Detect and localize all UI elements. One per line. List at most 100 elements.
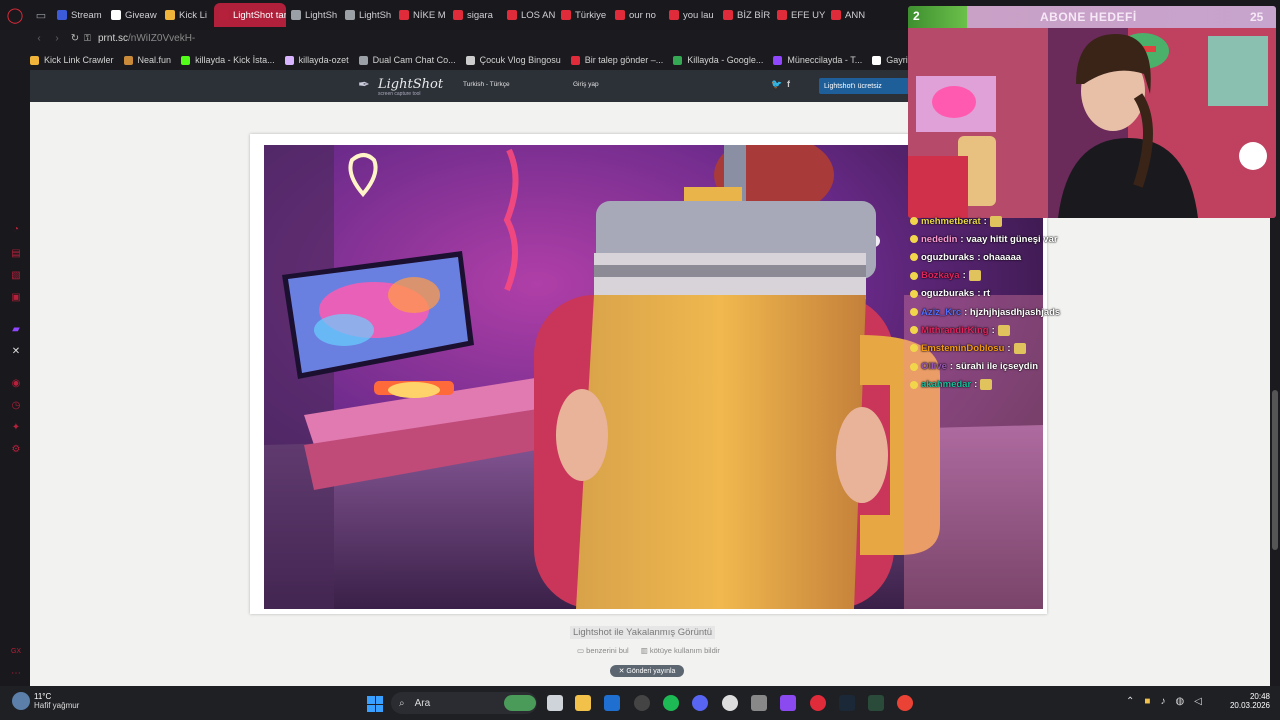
discord-icon[interactable] [692,695,708,711]
chat-badge-icon [910,326,918,335]
bookmark-3[interactable]: killayda-ozet [284,55,349,65]
tab-3[interactable]: LightShot tara [214,3,286,27]
language-select[interactable]: Turkish - Türkçe [463,81,510,88]
steam-icon[interactable] [839,695,855,711]
chatgpt-icon[interactable] [722,695,738,711]
bookmark-label: killayda-ozet [298,55,349,65]
tab-label: ANN [845,9,866,21]
tab-12[interactable]: BİZ BİR [718,3,772,27]
start-button[interactable] [367,696,383,712]
tab-6[interactable]: NİKE M [394,3,448,27]
aria-icon[interactable]: ◔ [10,224,22,236]
extensions-icon[interactable]: ✦ [10,422,22,434]
tab-13[interactable]: EFE UY [772,3,826,27]
back-icon[interactable]: ‹ [30,33,48,44]
outlook-icon[interactable] [604,695,620,711]
obs-icon[interactable] [634,695,650,711]
tab-11[interactable]: you lau [664,3,718,27]
clock[interactable]: 20:48 20.03.2026 [1226,692,1270,710]
tab-favicon-icon [111,10,121,20]
tray-overflow-icon[interactable]: ⌃ [1126,696,1134,707]
url-field[interactable]: prnt.sc/nWiIZ0VvekH- [98,33,195,44]
opera-menu-icon[interactable]: ◯ [0,0,30,30]
chrome-icon[interactable] [897,695,913,711]
tray-app-icon[interactable]: ■ [1144,696,1150,707]
chat-text: : hjzhjhjasdhjashjads [964,306,1061,318]
tab-8[interactable]: LOS AN [502,3,556,27]
facebook-icon[interactable]: f [787,79,790,89]
more-icon[interactable]: ⋯ [10,668,22,680]
grid-app-icon[interactable] [780,695,796,711]
scroll-thumb[interactable] [1272,390,1278,550]
find-similar-link[interactable]: ▭ benzerini bul [577,646,635,655]
back-arrow-app-icon[interactable] [751,695,767,711]
tweet-button[interactable]: ✕ Gönderi yayınla [610,665,684,677]
bookmark-label: Neal.fun [137,55,172,65]
twitter-icon[interactable]: 🐦 [771,79,782,90]
history-icon[interactable]: ◷ [10,400,22,412]
image-actions: ▭ benzerini bul ▥ kötüye kullanım bildir [577,646,732,655]
chat-message: EmsteminDoblosu: [910,341,1026,355]
tab-14[interactable]: ANN [826,3,880,27]
widget-app-icon[interactable] [504,695,536,711]
network-icon[interactable]: ◍ [1175,696,1184,707]
bookmark-9[interactable]: Gayri [872,55,908,65]
tab-label: LightSh [305,9,338,21]
bookmark-0[interactable]: Kick Link Crawler [30,55,114,65]
task-view-icon[interactable] [547,695,563,711]
bookmark-7[interactable]: Killayda - Google... [673,55,763,65]
download-label: Lightshot'ı ücretsiz [824,82,882,90]
settings-icon[interactable]: ⚙ [10,444,22,456]
bookmark-5[interactable]: Çocuk Vlog Bingosu [465,55,561,65]
chat-username: oguzburaks [921,251,975,263]
tab-label: EFE UY [791,9,826,21]
bookmark-4[interactable]: Dual Cam Chat Co... [358,55,456,65]
tab-5[interactable]: LightSh [340,3,394,27]
chat-text: : [1007,342,1011,354]
player-icon[interactable]: ◉ [10,378,22,390]
bookmark-label: Bir talep gönder –... [584,55,664,65]
forward-icon[interactable]: › [48,33,66,44]
tab-1[interactable]: Giveaw [106,3,160,27]
tab-0[interactable]: Stream [52,3,106,27]
tab-9[interactable]: Türkiye [556,3,610,27]
spotify-icon[interactable] [663,695,679,711]
reload-icon[interactable]: ↻ [66,33,84,44]
tab-2[interactable]: Kick Li [160,3,214,27]
volume-icon[interactable]: ◁ [1194,696,1202,707]
tweet-label: Gönderi yayınla [626,667,676,675]
bookmark-6[interactable]: Bir talep gönder –... [570,55,664,65]
chat-emote-icon [968,270,981,282]
download-button[interactable]: Lightshot'ı ücretsiz [819,78,919,94]
terminal-icon[interactable] [868,695,884,711]
site-info-icon[interactable]: ⚿ [84,33,98,44]
bookmark-favicon-icon [358,55,368,65]
instagram-icon[interactable]: ▣ [10,292,22,304]
weather-widget[interactable]: 11°C Hafif yağmur [12,692,79,710]
crypto-wallet-icon[interactable]: ▤ [10,248,22,260]
tab-10[interactable]: our no [610,3,664,27]
gx-icon[interactable]: GX [10,646,22,658]
microphone-icon[interactable]: ♪ [1160,696,1165,707]
tab-7[interactable]: sigara [448,3,502,27]
tab-overview-icon[interactable]: ▭ [30,0,52,30]
file-explorer-icon[interactable] [575,695,591,711]
chat-message: nededin: vaay hitit güneşi var [910,232,1058,246]
opera-gx-icon[interactable] [810,695,826,711]
chat-text: : [962,270,966,282]
bookmark-1[interactable]: Neal.fun [123,55,172,65]
lightshot-logo[interactable]: ✒ LightShot screen capture tool [358,76,443,97]
twitch-icon[interactable]: ▰ [10,324,22,336]
bookmark-2[interactable]: killayda - Kick İsta... [181,55,275,65]
chat-badge-icon [910,308,918,316]
url-host: prnt.sc [98,32,129,44]
messenger-icon[interactable]: ▧ [10,270,22,282]
login-link[interactable]: Giriş yap [573,81,599,88]
report-abuse-link[interactable]: ▥ kötüye kullanım bildir [641,646,726,655]
tab-4[interactable]: LightSh [286,3,340,27]
bookmark-8[interactable]: Müneccilayda - T... [773,55,862,65]
x-icon[interactable]: ✕ [10,346,22,358]
tab-favicon-icon [561,10,571,20]
tab-favicon-icon [165,10,175,20]
tab-favicon-icon [57,10,67,20]
